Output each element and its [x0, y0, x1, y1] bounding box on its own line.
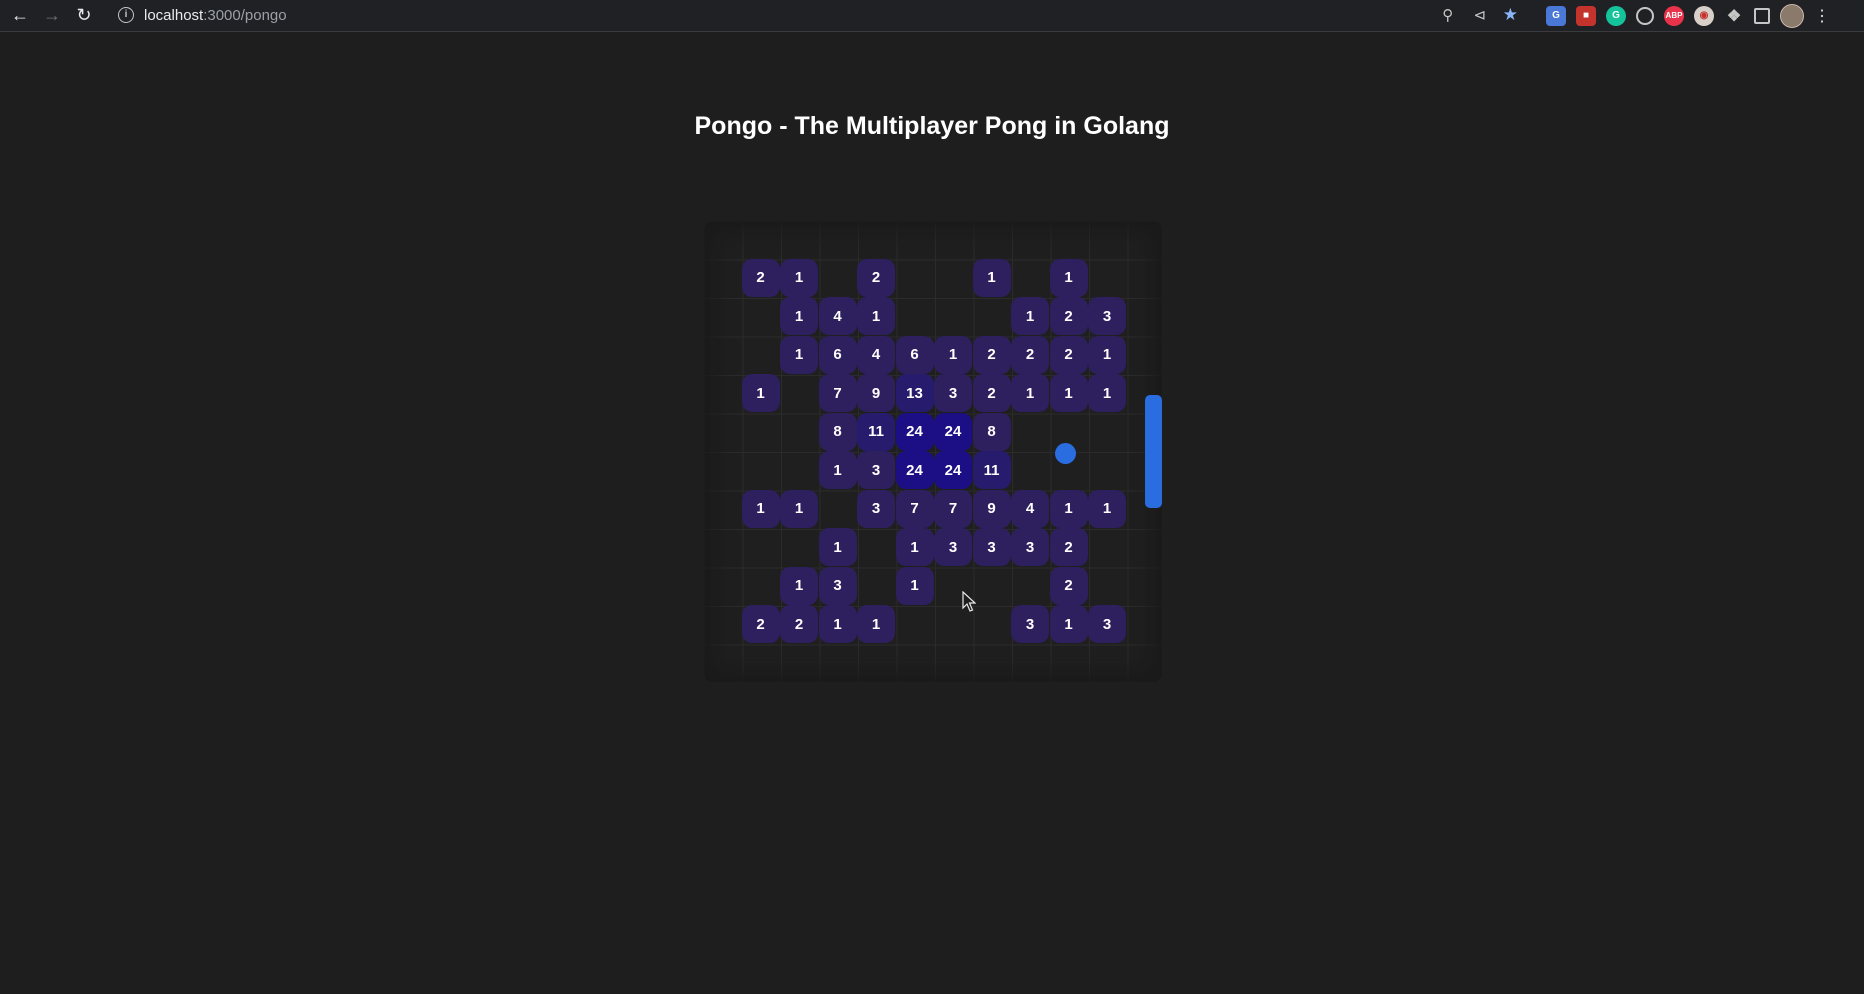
grid-cell: 11 — [857, 412, 895, 451]
grid-cell: 7 — [818, 374, 857, 412]
grid-cell: 3 — [1088, 605, 1126, 643]
pong-ball — [1055, 443, 1076, 464]
grid-cell: 4 — [857, 335, 895, 374]
grammarly-label: G — [1612, 10, 1620, 21]
grid-cell: 2 — [780, 605, 818, 643]
grid-cell: 1 — [780, 566, 818, 605]
grid-cell: 2 — [1011, 335, 1049, 374]
sidepanel-icon[interactable] — [1754, 7, 1770, 24]
grid-cell: 2 — [857, 258, 895, 297]
grid-cell: 1 — [857, 297, 895, 335]
target-ext-icon[interactable] — [1636, 6, 1654, 25]
grid-cell: 1 — [780, 297, 818, 335]
grid-cell: 6 — [895, 335, 934, 374]
grid-cell: 1 — [1088, 335, 1126, 374]
grid-cell: 7 — [934, 489, 972, 528]
grid-cell: 2 — [972, 374, 1011, 412]
grid-cell: 1 — [1049, 605, 1088, 643]
grid-cell: 7 — [895, 489, 934, 528]
grid-cell: 1 — [741, 374, 780, 412]
menu-kebab-icon[interactable]: ⋮ — [1814, 6, 1830, 26]
grid-cell: 4 — [818, 297, 857, 335]
extensions-bar: G ■ G ABP ◉ ❖ ⋮ — [1546, 0, 1830, 31]
grid-cell: 6 — [818, 335, 857, 374]
grid-cell: 9 — [972, 489, 1011, 528]
grid-cell: 1 — [780, 335, 818, 374]
grid-cell: 1 — [895, 528, 934, 566]
grid-cell: 1 — [780, 258, 818, 297]
grid-cell: 1 — [818, 451, 857, 489]
grid-cell: 8 — [818, 412, 857, 451]
grid-cell: 4 — [1011, 489, 1049, 528]
grid-cell: 1 — [1011, 374, 1049, 412]
grid-cell: 24 — [895, 412, 934, 451]
grid-cell: 1 — [818, 605, 857, 643]
grid-cell: 8 — [972, 412, 1011, 451]
grid-cell: 2 — [741, 258, 780, 297]
grid-cell: 1 — [857, 605, 895, 643]
grid-cell: 13 — [895, 374, 934, 412]
grid-cell: 1 — [895, 566, 934, 605]
back-arrow-icon[interactable]: ← — [8, 4, 32, 28]
grid-cell: 2 — [1049, 297, 1088, 335]
pdf-ext-icon[interactable]: ■ — [1576, 5, 1596, 26]
grid-cell: 3 — [1088, 297, 1126, 335]
adblock-ext-icon[interactable]: ABP — [1664, 5, 1684, 26]
grid-cell: 3 — [1011, 605, 1049, 643]
grid-cell: 1 — [1049, 258, 1088, 297]
puzzle-icon[interactable]: ❖ — [1724, 6, 1744, 26]
url-path: :3000/pongo — [203, 6, 287, 24]
grid-cell: 1 — [1049, 374, 1088, 412]
grid-cell: 3 — [857, 451, 895, 489]
game-board[interactable]: 2 1 2 1 1 1 4 1 1 2 3 1 6 4 6 1 2 2 2 1 1 7 9 13 3 2 1 1 1 8 11 24 24 8 1 3… — [704, 221, 1162, 682]
grid-cell: 1 — [972, 258, 1011, 297]
url-text[interactable]: localhost:3000/pongo — [144, 7, 287, 24]
grid-cell: 2 — [741, 605, 780, 643]
grid-cell: 2 — [1049, 528, 1088, 566]
grammarly-ext-icon[interactable]: G — [1606, 5, 1626, 26]
grid-cell: 1 — [818, 528, 857, 566]
grid-cell: 11 — [972, 451, 1011, 489]
grid-cell: 3 — [818, 566, 857, 605]
grid-cell: 2 — [972, 335, 1011, 374]
grid-cell: 9 — [857, 374, 895, 412]
grid-cell: 1 — [1049, 489, 1088, 528]
reload-icon[interactable]: ↻ — [72, 4, 96, 28]
grid-cell: 24 — [934, 451, 972, 489]
site-info-icon[interactable]: i — [118, 7, 134, 23]
grid-cell: 3 — [934, 528, 972, 566]
page-title: Pongo - The Multiplayer Pong in Golang — [694, 112, 1170, 140]
omnibox-actions: ⚲ ⊲ ★ — [1439, 2, 1518, 28]
grid-cell: 24 — [934, 412, 972, 451]
grid-cell: 3 — [1011, 528, 1049, 566]
grid-cell: 1 — [1088, 489, 1126, 528]
player-paddle[interactable] — [1145, 395, 1162, 508]
zoom-icon[interactable]: ⚲ — [1439, 6, 1457, 24]
bookmark-star-icon[interactable]: ★ — [1503, 5, 1518, 25]
grid-cell: 1 — [1088, 374, 1126, 412]
mouse-cursor-icon — [962, 591, 976, 612]
grid-cell: 1 — [780, 489, 818, 528]
forward-arrow-icon[interactable]: → — [40, 4, 64, 28]
grid-cell: 2 — [1049, 566, 1088, 605]
url-host: localhost — [144, 6, 204, 24]
grid-cell: 1 — [1011, 297, 1049, 335]
grid-cell: 3 — [934, 374, 972, 412]
grid-cell: 24 — [895, 451, 934, 489]
grid-cell: 3 — [972, 528, 1011, 566]
grid-cell: 1 — [934, 335, 972, 374]
adblock-label: ABP — [1665, 11, 1683, 20]
grid-cell: 1 — [741, 489, 780, 528]
profile-avatar[interactable] — [1780, 3, 1804, 28]
eye-ext-icon[interactable]: ◉ — [1694, 5, 1714, 26]
browser-toolbar: ← → ↻ i localhost:3000/pongo ⚲ ⊲ ★ G ■ G… — [0, 0, 1864, 32]
translate-ext-icon[interactable]: G — [1546, 5, 1566, 26]
grid-cell: 3 — [857, 489, 895, 528]
address-bar[interactable]: i localhost:3000/pongo ⚲ ⊲ ★ — [108, 2, 1528, 28]
grid-cell: 2 — [1049, 335, 1088, 374]
share-icon[interactable]: ⊲ — [1471, 6, 1489, 24]
